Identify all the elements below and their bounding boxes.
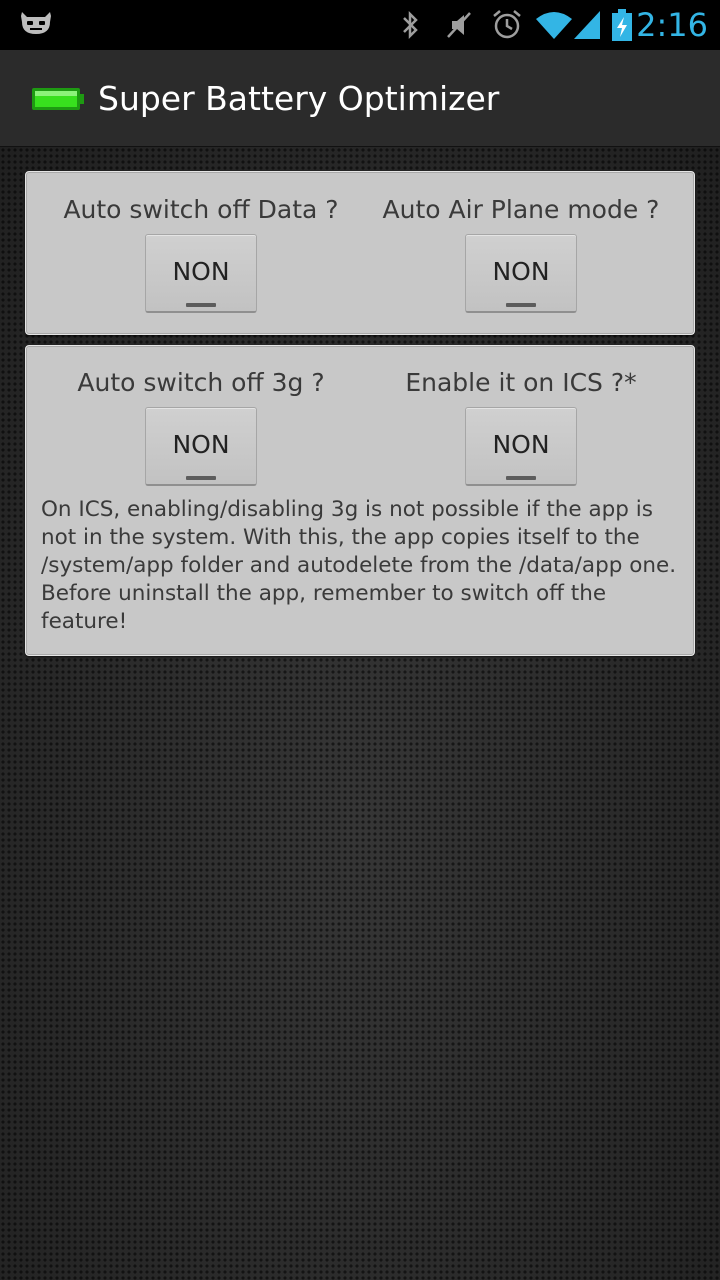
status-bar: 2:16 [0, 0, 720, 50]
toggle-label: NON [172, 257, 230, 286]
toggle-indicator [186, 303, 216, 307]
main-content: Auto switch off Data ? NON Auto Air Plan… [0, 147, 720, 1280]
toggle-label: NON [172, 430, 230, 459]
3g-settings-panel: Auto switch off 3g ? NON Enable it on IC… [25, 345, 695, 656]
toggle-indicator [506, 303, 536, 307]
auto-switch-off-3g-toggle[interactable]: NON [145, 407, 257, 486]
enable-on-ics-label: Enable it on ICS ?* [405, 368, 637, 397]
auto-airplane-mode-toggle[interactable]: NON [465, 234, 577, 313]
mute-icon [444, 9, 474, 45]
enable-on-ics-toggle[interactable]: NON [465, 407, 577, 486]
toggle-indicator [506, 476, 536, 480]
battery-icon[interactable] [32, 86, 84, 112]
action-bar: Super Battery Optimizer [0, 50, 720, 147]
toggle-indicator [186, 476, 216, 480]
alarm-icon [490, 9, 524, 45]
bluetooth-icon [398, 9, 422, 45]
auto-airplane-mode-label: Auto Air Plane mode ? [382, 195, 660, 224]
clock: 2:16 [636, 6, 708, 44]
toggle-label: NON [492, 430, 550, 459]
auto-switch-off-data-toggle[interactable]: NON [145, 234, 257, 313]
toggle-label: NON [492, 257, 550, 286]
ics-info-text: On ICS, enabling/disabling 3g is not pos… [41, 497, 677, 634]
battery-charging-icon [610, 9, 634, 47]
data-settings-panel: Auto switch off Data ? NON Auto Air Plan… [25, 171, 695, 335]
cyanogenmod-icon [18, 8, 54, 42]
wifi-icon [534, 9, 574, 45]
auto-switch-off-data-label: Auto switch off Data ? [63, 195, 339, 224]
signal-icon [572, 9, 602, 45]
auto-switch-off-3g-label: Auto switch off 3g ? [77, 368, 325, 397]
app-title: Super Battery Optimizer [98, 79, 500, 118]
